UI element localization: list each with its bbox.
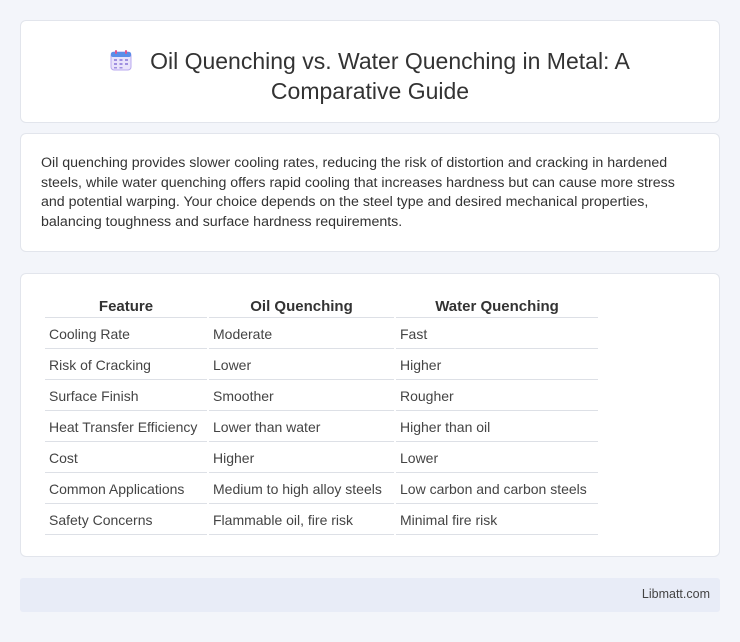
table-row: Cooling Rate Moderate Fast [45,320,598,349]
column-header-feature: Feature [45,296,207,318]
table-cell: Moderate [209,320,394,349]
page-title-wrap: Oil Quenching vs. Water Quenching in Met… [21,46,719,106]
table-cell: Fast [396,320,598,349]
table-header-row: Feature Oil Quenching Water Quenching [45,296,598,318]
table-cell: Low carbon and carbon steels [396,475,598,504]
calendar-icon [110,50,132,71]
table-cell: Lower than water [209,413,394,442]
comparison-table: Feature Oil Quenching Water Quenching Co… [43,294,600,537]
column-header-oil: Oil Quenching [209,296,394,318]
summary-text: Oil quenching provides slower cooling ra… [41,155,675,230]
table-cell: Cooling Rate [45,320,207,349]
table-cell: Common Applications [45,475,207,504]
table-row: Risk of Cracking Lower Higher [45,351,598,380]
table-cell: Lower [209,351,394,380]
table-cell: Higher than oil [396,413,598,442]
table-cell: Higher [396,351,598,380]
table-row: Cost Higher Lower [45,444,598,473]
table-cell: Safety Concerns [45,506,207,535]
table-cell: Minimal fire risk [396,506,598,535]
footer-source-link[interactable]: Libmatt.com [642,587,710,601]
table-cell: Medium to high alloy steels [209,475,394,504]
table-row: Heat Transfer Efficiency Lower than wate… [45,413,598,442]
table-cell: Lower [396,444,598,473]
header-card: Oil Quenching vs. Water Quenching in Met… [20,20,720,123]
table-cell: Heat Transfer Efficiency [45,413,207,442]
table-cell: Smoother [209,382,394,411]
table-row: Safety Concerns Flammable oil, fire risk… [45,506,598,535]
column-header-water: Water Quenching [396,296,598,318]
table-cell: Risk of Cracking [45,351,207,380]
table-cell: Surface Finish [45,382,207,411]
table-cell: Flammable oil, fire risk [209,506,394,535]
summary-card: Oil quenching provides slower cooling ra… [20,133,720,252]
page-title: Oil Quenching vs. Water Quenching in Met… [150,48,630,104]
table-row: Surface Finish Smoother Rougher [45,382,598,411]
table-cell: Cost [45,444,207,473]
table-row: Common Applications Medium to high alloy… [45,475,598,504]
table-cell: Rougher [396,382,598,411]
table-cell: Higher [209,444,394,473]
comparison-card: Feature Oil Quenching Water Quenching Co… [20,273,720,557]
footer-bar: Libmatt.com [20,578,720,612]
